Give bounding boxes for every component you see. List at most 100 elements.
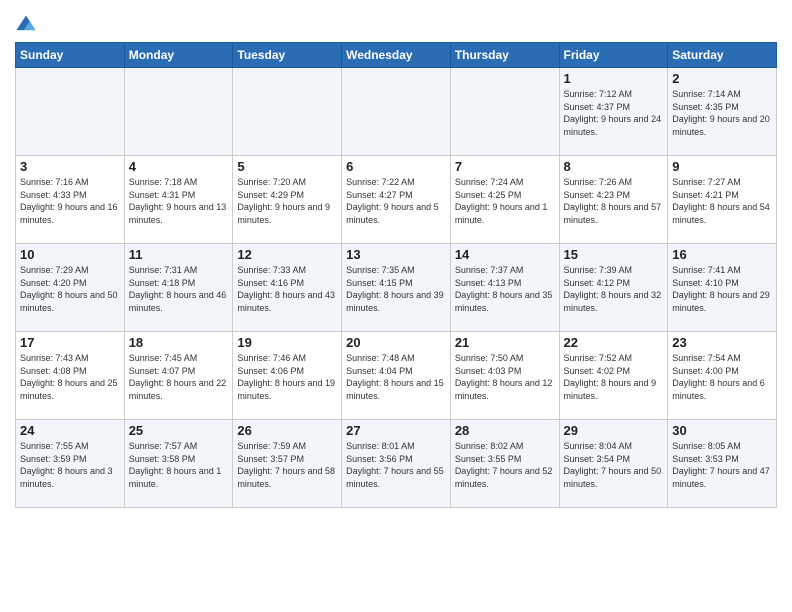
logo-icon <box>15 14 37 36</box>
cell-info: Sunrise: 7:48 AM Sunset: 4:04 PM Dayligh… <box>346 352 446 402</box>
cell-info: Sunrise: 7:45 AM Sunset: 4:07 PM Dayligh… <box>129 352 229 402</box>
day-number: 23 <box>672 335 772 350</box>
calendar-cell <box>342 68 451 156</box>
weekday-header: Sunday <box>16 43 125 68</box>
day-number: 10 <box>20 247 120 262</box>
calendar-cell: 10 Sunrise: 7:29 AM Sunset: 4:20 PM Dayli… <box>16 244 125 332</box>
cell-info: Sunrise: 7:20 AM Sunset: 4:29 PM Dayligh… <box>237 176 337 226</box>
calendar-cell: 25 Sunrise: 7:57 AM Sunset: 3:58 PM Dayli… <box>124 420 233 508</box>
calendar-cell: 11Sunrise: 7:31 AM Sunset: 4:18 PM Dayli… <box>124 244 233 332</box>
weekday-header: Thursday <box>450 43 559 68</box>
cell-info: Sunrise: 7:16 AM Sunset: 4:33 PM Dayligh… <box>20 176 120 226</box>
logo <box>15 14 39 36</box>
day-number: 4 <box>129 159 229 174</box>
day-number: 22 <box>564 335 664 350</box>
calendar-cell <box>124 68 233 156</box>
calendar-cell: 3 Sunrise: 7:16 AM Sunset: 4:33 PM Daylig… <box>16 156 125 244</box>
cell-info: Sunrise: 8:04 AM Sunset: 3:54 PM Dayligh… <box>564 440 664 490</box>
weekday-header: Monday <box>124 43 233 68</box>
weekday-header: Wednesday <box>342 43 451 68</box>
calendar-cell: 4 Sunrise: 7:18 AM Sunset: 4:31 PM Daylig… <box>124 156 233 244</box>
day-number: 21 <box>455 335 555 350</box>
header-row: SundayMondayTuesdayWednesdayThursdayFrid… <box>16 43 777 68</box>
day-number: 26 <box>237 423 337 438</box>
day-number: 16 <box>672 247 772 262</box>
calendar-cell: 2 Sunrise: 7:14 AM Sunset: 4:35 PM Daylig… <box>668 68 777 156</box>
day-number: 14 <box>455 247 555 262</box>
calendar-cell: 30Sunrise: 8:05 AM Sunset: 3:53 PM Dayli… <box>668 420 777 508</box>
calendar-cell: 9Sunrise: 7:27 AM Sunset: 4:21 PM Daylig… <box>668 156 777 244</box>
weekday-header: Saturday <box>668 43 777 68</box>
day-number: 13 <box>346 247 446 262</box>
calendar-table: SundayMondayTuesdayWednesdayThursdayFrid… <box>15 42 777 508</box>
day-number: 24 <box>20 423 120 438</box>
week-row: 24 Sunrise: 7:55 AM Sunset: 3:59 PM Dayli… <box>16 420 777 508</box>
cell-info: Sunrise: 7:57 AM Sunset: 3:58 PM Dayligh… <box>129 440 229 490</box>
week-row: 1Sunrise: 7:12 AM Sunset: 4:37 PM Daylig… <box>16 68 777 156</box>
day-number: 15 <box>564 247 664 262</box>
day-number: 27 <box>346 423 446 438</box>
calendar-cell: 16 Sunrise: 7:41 AM Sunset: 4:10 PM Dayli… <box>668 244 777 332</box>
calendar-cell: 23 Sunrise: 7:54 AM Sunset: 4:00 PM Dayli… <box>668 332 777 420</box>
cell-info: Sunrise: 7:14 AM Sunset: 4:35 PM Dayligh… <box>672 88 772 138</box>
calendar-cell: 27 Sunrise: 8:01 AM Sunset: 3:56 PM Dayli… <box>342 420 451 508</box>
cell-info: Sunrise: 7:27 AM Sunset: 4:21 PM Dayligh… <box>672 176 772 226</box>
day-number: 3 <box>20 159 120 174</box>
calendar-cell: 14Sunrise: 7:37 AM Sunset: 4:13 PM Dayli… <box>450 244 559 332</box>
cell-info: Sunrise: 7:33 AM Sunset: 4:16 PM Dayligh… <box>237 264 337 314</box>
calendar-cell: 20 Sunrise: 7:48 AM Sunset: 4:04 PM Dayli… <box>342 332 451 420</box>
cell-info: Sunrise: 7:29 AM Sunset: 4:20 PM Dayligh… <box>20 264 120 314</box>
calendar-cell: 26 Sunrise: 7:59 AM Sunset: 3:57 PM Dayli… <box>233 420 342 508</box>
calendar-cell <box>16 68 125 156</box>
calendar-cell: 7 Sunrise: 7:24 AM Sunset: 4:25 PM Daylig… <box>450 156 559 244</box>
day-number: 18 <box>129 335 229 350</box>
cell-info: Sunrise: 7:12 AM Sunset: 4:37 PM Dayligh… <box>564 88 664 138</box>
calendar-cell: 8 Sunrise: 7:26 AM Sunset: 4:23 PM Daylig… <box>559 156 668 244</box>
week-row: 10 Sunrise: 7:29 AM Sunset: 4:20 PM Dayli… <box>16 244 777 332</box>
cell-info: Sunrise: 7:54 AM Sunset: 4:00 PM Dayligh… <box>672 352 772 402</box>
day-number: 28 <box>455 423 555 438</box>
cell-info: Sunrise: 7:22 AM Sunset: 4:27 PM Dayligh… <box>346 176 446 226</box>
calendar-cell <box>233 68 342 156</box>
day-number: 29 <box>564 423 664 438</box>
day-number: 20 <box>346 335 446 350</box>
page: SundayMondayTuesdayWednesdayThursdayFrid… <box>0 0 792 612</box>
week-row: 17 Sunrise: 7:43 AM Sunset: 4:08 PM Dayli… <box>16 332 777 420</box>
week-row: 3 Sunrise: 7:16 AM Sunset: 4:33 PM Daylig… <box>16 156 777 244</box>
cell-info: Sunrise: 7:24 AM Sunset: 4:25 PM Dayligh… <box>455 176 555 226</box>
calendar-cell: 28 Sunrise: 8:02 AM Sunset: 3:55 PM Dayli… <box>450 420 559 508</box>
calendar-cell <box>450 68 559 156</box>
day-number: 7 <box>455 159 555 174</box>
day-number: 19 <box>237 335 337 350</box>
calendar-cell: 12 Sunrise: 7:33 AM Sunset: 4:16 PM Dayli… <box>233 244 342 332</box>
calendar-cell: 24 Sunrise: 7:55 AM Sunset: 3:59 PM Dayli… <box>16 420 125 508</box>
header <box>15 10 777 36</box>
weekday-header: Tuesday <box>233 43 342 68</box>
calendar-cell: 5Sunrise: 7:20 AM Sunset: 4:29 PM Daylig… <box>233 156 342 244</box>
calendar-cell: 6Sunrise: 7:22 AM Sunset: 4:27 PM Daylig… <box>342 156 451 244</box>
cell-info: Sunrise: 7:39 AM Sunset: 4:12 PM Dayligh… <box>564 264 664 314</box>
cell-info: Sunrise: 7:18 AM Sunset: 4:31 PM Dayligh… <box>129 176 229 226</box>
day-number: 8 <box>564 159 664 174</box>
calendar-cell: 15 Sunrise: 7:39 AM Sunset: 4:12 PM Dayli… <box>559 244 668 332</box>
calendar-cell: 21Sunrise: 7:50 AM Sunset: 4:03 PM Dayli… <box>450 332 559 420</box>
calendar-cell: 17 Sunrise: 7:43 AM Sunset: 4:08 PM Dayli… <box>16 332 125 420</box>
calendar-cell: 1Sunrise: 7:12 AM Sunset: 4:37 PM Daylig… <box>559 68 668 156</box>
day-number: 2 <box>672 71 772 86</box>
cell-info: Sunrise: 8:02 AM Sunset: 3:55 PM Dayligh… <box>455 440 555 490</box>
weekday-header: Friday <box>559 43 668 68</box>
cell-info: Sunrise: 8:01 AM Sunset: 3:56 PM Dayligh… <box>346 440 446 490</box>
cell-info: Sunrise: 7:59 AM Sunset: 3:57 PM Dayligh… <box>237 440 337 490</box>
cell-info: Sunrise: 7:46 AM Sunset: 4:06 PM Dayligh… <box>237 352 337 402</box>
calendar-cell: 18 Sunrise: 7:45 AM Sunset: 4:07 PM Dayli… <box>124 332 233 420</box>
day-number: 12 <box>237 247 337 262</box>
cell-info: Sunrise: 7:31 AM Sunset: 4:18 PM Dayligh… <box>129 264 229 314</box>
cell-info: Sunrise: 7:52 AM Sunset: 4:02 PM Dayligh… <box>564 352 664 402</box>
day-number: 25 <box>129 423 229 438</box>
cell-info: Sunrise: 7:55 AM Sunset: 3:59 PM Dayligh… <box>20 440 120 490</box>
day-number: 17 <box>20 335 120 350</box>
cell-info: Sunrise: 7:41 AM Sunset: 4:10 PM Dayligh… <box>672 264 772 314</box>
cell-info: Sunrise: 7:26 AM Sunset: 4:23 PM Dayligh… <box>564 176 664 226</box>
cell-info: Sunrise: 7:43 AM Sunset: 4:08 PM Dayligh… <box>20 352 120 402</box>
day-number: 30 <box>672 423 772 438</box>
